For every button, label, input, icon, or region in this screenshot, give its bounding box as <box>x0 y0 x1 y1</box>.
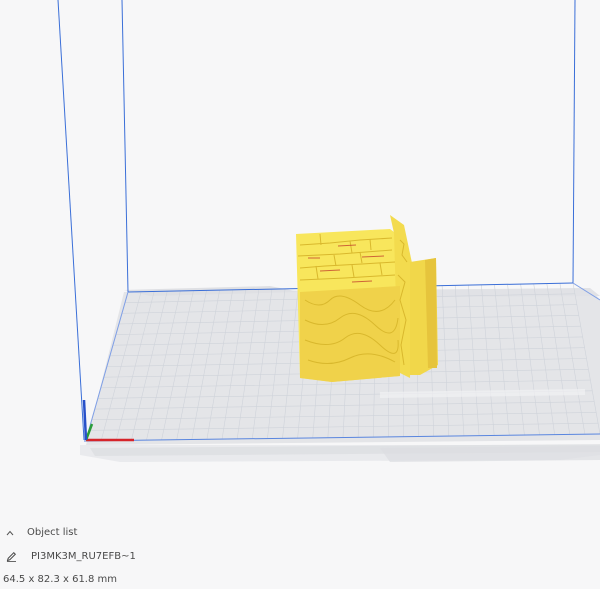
3d-viewport[interactable] <box>0 0 600 589</box>
chevron-up-icon <box>6 530 14 535</box>
object-name: PI3MK3M_RU7EFB~1 <box>31 551 136 562</box>
object-dimensions: 64.5 x 82.3 x 61.8 mm <box>3 574 118 585</box>
object-list-toggle[interactable]: Object list <box>6 527 77 538</box>
z-axis-indicator <box>82 399 88 441</box>
stone-wall-model[interactable] <box>296 215 438 382</box>
object-list-label: Object list <box>27 527 78 538</box>
object-list-item[interactable]: PI3MK3M_RU7EFB~1 <box>6 551 136 562</box>
scene-canvas[interactable] <box>0 0 600 589</box>
object-panel: Object list PI3MK3M_RU7EFB~1 64.5 x 82.3… <box>0 520 600 589</box>
pencil-icon[interactable] <box>6 551 17 562</box>
